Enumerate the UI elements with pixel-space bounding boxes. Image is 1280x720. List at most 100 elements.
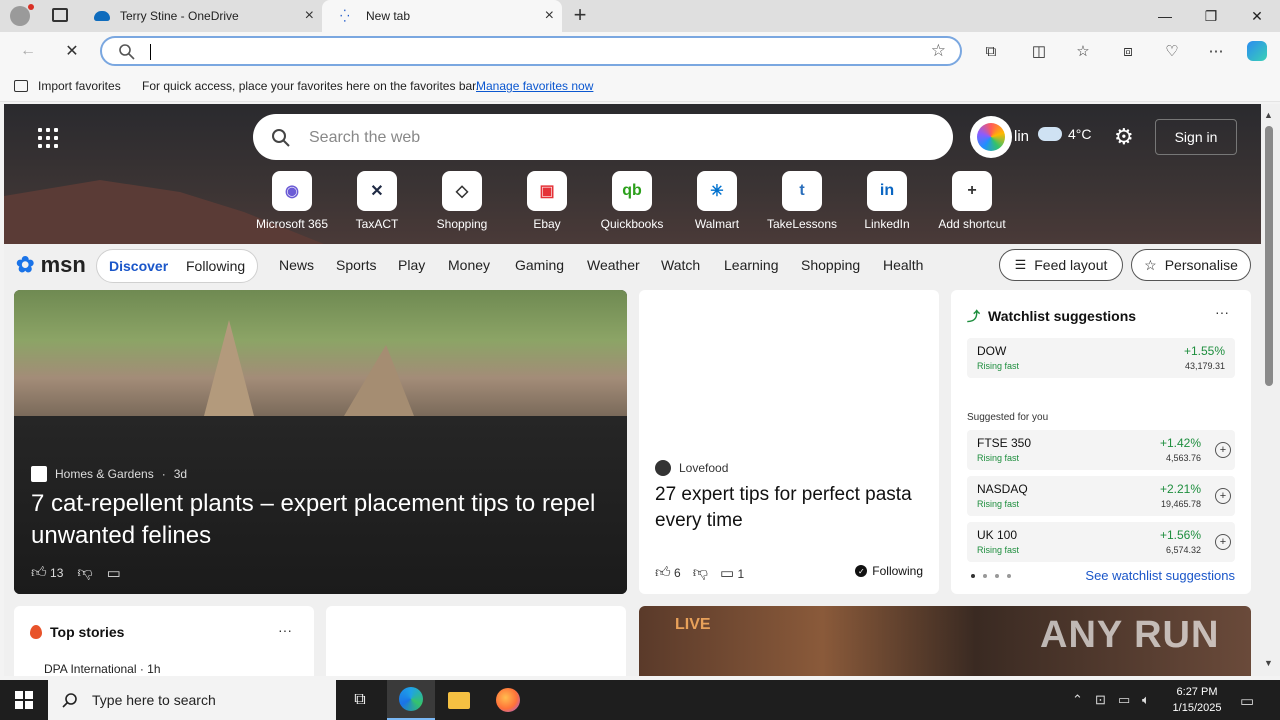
following-label: Following xyxy=(872,564,923,578)
nav-sports[interactable]: Sports xyxy=(336,257,376,273)
nav-money[interactable]: Money xyxy=(448,257,490,273)
task-view-button[interactable]: ⧉ xyxy=(336,680,384,720)
story-headline[interactable]: 7 cat-repellent plants – expert placemen… xyxy=(31,488,601,552)
close-tab-icon[interactable]: × xyxy=(305,8,314,24)
nav-gaming[interactable]: Gaming xyxy=(515,257,564,273)
close-window-button[interactable]: ✕ xyxy=(1234,0,1280,32)
profile-icon[interactable] xyxy=(10,6,30,26)
personalise-button[interactable]: ☆ Personalise xyxy=(1131,249,1251,281)
dislike-icon[interactable]: 👎︎ xyxy=(77,564,92,582)
split-screen-icon[interactable]: ◫ xyxy=(1026,39,1052,63)
stock-row-uk100[interactable]: UK 100 Rising fast +1.56% 6,574.32 + xyxy=(967,522,1235,562)
import-favorites-button[interactable]: Import favorites xyxy=(14,79,121,93)
comment-count: 1 xyxy=(737,567,745,581)
feed-layout-button[interactable]: ☰ Feed layout xyxy=(999,249,1123,281)
favorite-star-icon[interactable]: ☆ xyxy=(931,41,946,61)
tab-discover[interactable]: Discover xyxy=(109,258,168,274)
scroll-down-icon[interactable]: ▼ xyxy=(1264,658,1273,668)
see-watchlist-link[interactable]: See watchlist suggestions xyxy=(1085,568,1235,583)
more-menu-icon[interactable]: ⋯ xyxy=(1203,39,1229,63)
feature-story-card[interactable]: Homes & Gardens · 3d 7 cat-repellent pla… xyxy=(14,290,627,594)
shortcut-taxact[interactable]: ✕ TaxACT xyxy=(335,171,419,231)
comment-button[interactable]: ▭ 1 xyxy=(720,564,744,582)
stock-row-dow[interactable]: DOW Rising fast +1.55% 43,179.31 xyxy=(967,338,1235,378)
add-to-watchlist-icon[interactable]: + xyxy=(1215,534,1231,550)
like-button[interactable]: 👍︎ 6 xyxy=(655,564,681,582)
stock-row-nasdaq[interactable]: NASDAQ Rising fast +2.21% 19,465.78 + xyxy=(967,476,1235,516)
nav-news[interactable]: News xyxy=(279,257,314,273)
nav-watch[interactable]: Watch xyxy=(661,257,700,273)
tab-following[interactable]: Following xyxy=(186,258,245,274)
tab-new-tab[interactable]: ⁛ New tab × xyxy=(322,0,562,32)
more-options-icon[interactable]: ··· xyxy=(1215,304,1229,320)
star-edit-icon: ☆ xyxy=(1144,256,1157,273)
shortcut-linkedin[interactable]: in LinkedIn xyxy=(845,171,929,231)
like-button[interactable]: 👍︎ 13 xyxy=(31,564,63,582)
following-button[interactable]: ✓ Following xyxy=(855,564,923,578)
favorites-icon[interactable]: ☆ xyxy=(1070,39,1096,63)
dislike-icon[interactable]: 👎︎ xyxy=(693,564,708,582)
shortcut-takelessons[interactable]: t TakeLessons xyxy=(760,171,844,231)
shortcut-walmart[interactable]: ✳ Walmart xyxy=(675,171,759,231)
browser-essentials-icon[interactable]: ♡ xyxy=(1159,39,1185,63)
nav-learning[interactable]: Learning xyxy=(724,257,779,273)
stock-name: NASDAQ xyxy=(977,482,1028,496)
stop-loading-button[interactable]: ✕ xyxy=(58,38,86,64)
add-to-watchlist-icon[interactable]: + xyxy=(1215,488,1231,504)
shortcut-ebay[interactable]: ▣ Ebay xyxy=(505,171,589,231)
more-options-icon[interactable]: ··· xyxy=(278,622,292,638)
stock-row-ftse350[interactable]: FTSE 350 Rising fast +1.42% 4,563.76 + xyxy=(967,430,1235,470)
back-button[interactable]: ← xyxy=(14,38,42,64)
network-icon[interactable]: ⊡ xyxy=(1095,692,1106,708)
sign-in-button[interactable]: Sign in xyxy=(1155,119,1237,155)
shortcut-shopping[interactable]: ◇ Shopping xyxy=(420,171,504,231)
story-source[interactable]: Homes & Gardens · 3d xyxy=(31,466,187,482)
close-tab-icon[interactable]: × xyxy=(545,8,554,24)
weather-widget[interactable]: 4°C xyxy=(1038,126,1092,142)
address-bar[interactable]: ☆ xyxy=(100,36,962,66)
page-scrollbar[interactable]: ▲ ▼ xyxy=(1261,104,1280,676)
weather-location[interactable]: lin xyxy=(1014,128,1029,145)
volume-icon[interactable]: 🔈︎ xyxy=(1142,692,1150,708)
carousel-pager[interactable] xyxy=(971,574,1011,578)
taskbar-search-box[interactable]: Type here to search xyxy=(48,680,336,720)
shortcut-add-shortcut[interactable]: + Add shortcut xyxy=(930,171,1014,231)
scroll-up-icon[interactable]: ▲ xyxy=(1264,110,1273,120)
tab-onedrive[interactable]: Terry Stine - OneDrive × xyxy=(84,0,322,32)
notifications-icon[interactable]: ▭ xyxy=(1240,692,1254,710)
edge-taskbar-button[interactable] xyxy=(387,680,435,720)
restore-button[interactable]: ❐ xyxy=(1188,0,1234,32)
system-clock[interactable]: 6:27 PM 1/15/2025 xyxy=(1160,684,1234,716)
nav-weather[interactable]: Weather xyxy=(587,257,640,273)
settings-gear-icon[interactable]: ⚙ xyxy=(1114,124,1134,150)
nav-health[interactable]: Health xyxy=(883,257,923,273)
copilot-avatar-button[interactable] xyxy=(970,116,1012,158)
comment-icon[interactable]: ▭ xyxy=(107,564,121,582)
firefox-button[interactable] xyxy=(484,680,532,720)
shortcut-quickbooks[interactable]: qb Quickbooks xyxy=(590,171,674,231)
nav-shopping[interactable]: Shopping xyxy=(801,257,860,273)
pasta-story-card[interactable]: Lovefood 27 expert tips for perfect past… xyxy=(639,290,939,594)
story-actions: 👍︎ 6 👎︎ ▭ 1 xyxy=(655,564,744,582)
extensions-icon[interactable]: ⧉ xyxy=(978,39,1004,63)
copilot-icon[interactable] xyxy=(1244,39,1270,63)
story-source[interactable]: Lovefood xyxy=(655,460,728,476)
show-hidden-icons[interactable]: ⌃ xyxy=(1072,692,1083,708)
add-to-watchlist-icon[interactable]: + xyxy=(1215,442,1231,458)
scroll-thumb[interactable] xyxy=(1265,126,1273,386)
collections-icon[interactable]: ⧈ xyxy=(1115,39,1141,63)
msn-logo[interactable]: ✿ msn xyxy=(16,252,86,278)
minimize-button[interactable]: — xyxy=(1142,0,1188,32)
story-headline[interactable]: 27 expert tips for perfect pasta every t… xyxy=(655,482,925,534)
tab-actions-icon[interactable] xyxy=(52,8,68,22)
nav-play[interactable]: Play xyxy=(398,257,425,273)
new-tab-button[interactable]: + xyxy=(568,4,592,28)
web-search-box[interactable]: Search the web xyxy=(253,114,953,160)
file-explorer-button[interactable] xyxy=(435,680,483,720)
start-button[interactable] xyxy=(0,680,48,720)
story-source[interactable]: DPA International · 1h xyxy=(44,662,161,676)
shortcut-microsoft-365[interactable]: ◉ Microsoft 365 xyxy=(250,171,334,231)
network-status-icon[interactable]: ▭ xyxy=(1118,692,1130,708)
manage-favorites-link[interactable]: Manage favorites now xyxy=(476,79,593,93)
app-launcher-icon[interactable] xyxy=(38,128,58,148)
